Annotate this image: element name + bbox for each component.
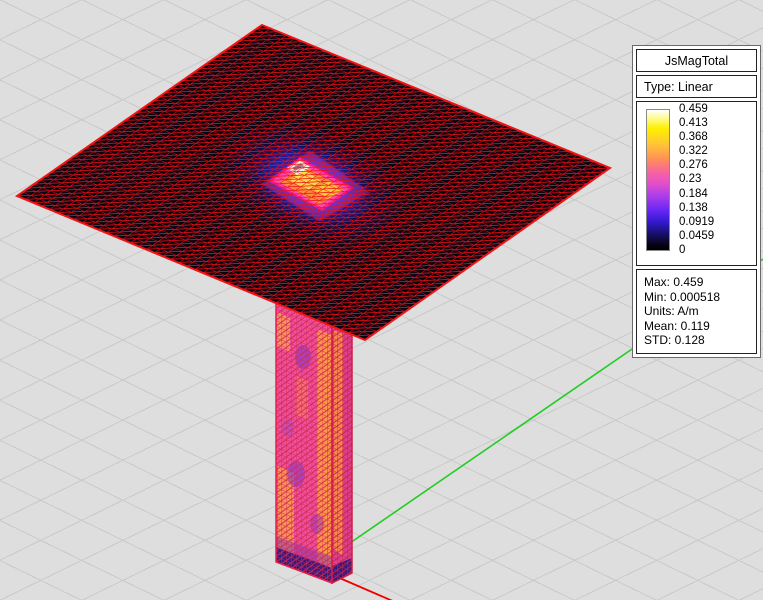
tick-label: 0.23 [679, 173, 702, 186]
column-side-mesh [331, 324, 353, 585]
field-legend: JsMagTotal Type: Linear 0.459 0.413 0.36… [632, 45, 761, 358]
stat-max: Max: 0.459 [644, 275, 704, 289]
monopole-column [275, 301, 353, 585]
tick-label: 0 [679, 243, 686, 256]
tick-label: 0.413 [679, 117, 708, 130]
simulation-canvas: JsMagTotal Type: Linear 0.459 0.413 0.36… [0, 0, 763, 600]
legend-colorbar-section: 0.459 0.413 0.368 0.322 0.276 0.23 0.184… [636, 101, 757, 266]
tick-label: 0.322 [679, 145, 708, 158]
legend-scale-type: Type: Linear [636, 75, 757, 98]
colorbar-ticks: 0.459 0.413 0.368 0.322 0.276 0.23 0.184… [679, 103, 715, 256]
tick-label: 0.459 [679, 103, 708, 115]
tick-label: 0.0919 [679, 215, 715, 228]
tick-label: 0.138 [679, 201, 708, 214]
legend-statistics: Max: 0.459 Min: 0.000518 Units: A/m Mean… [636, 269, 757, 354]
stat-units: Units: A/m [644, 304, 699, 319]
stat-mean: Mean: 0.119 [644, 318, 710, 333]
stat-std: STD: 0.128 [644, 333, 705, 348]
legend-title: JsMagTotal [636, 49, 757, 72]
stat-min: Min: 0.000518 [644, 289, 721, 304]
tick-label: 0.0459 [679, 229, 715, 242]
tick-label: 0.368 [679, 131, 708, 144]
tick-label: 0.276 [679, 159, 708, 172]
tick-label: 0.184 [679, 187, 708, 200]
plate-mesh [14, 23, 613, 342]
column-front-mesh [275, 301, 333, 585]
colorbar-gradient [646, 109, 670, 251]
ground-plane [14, 23, 613, 342]
